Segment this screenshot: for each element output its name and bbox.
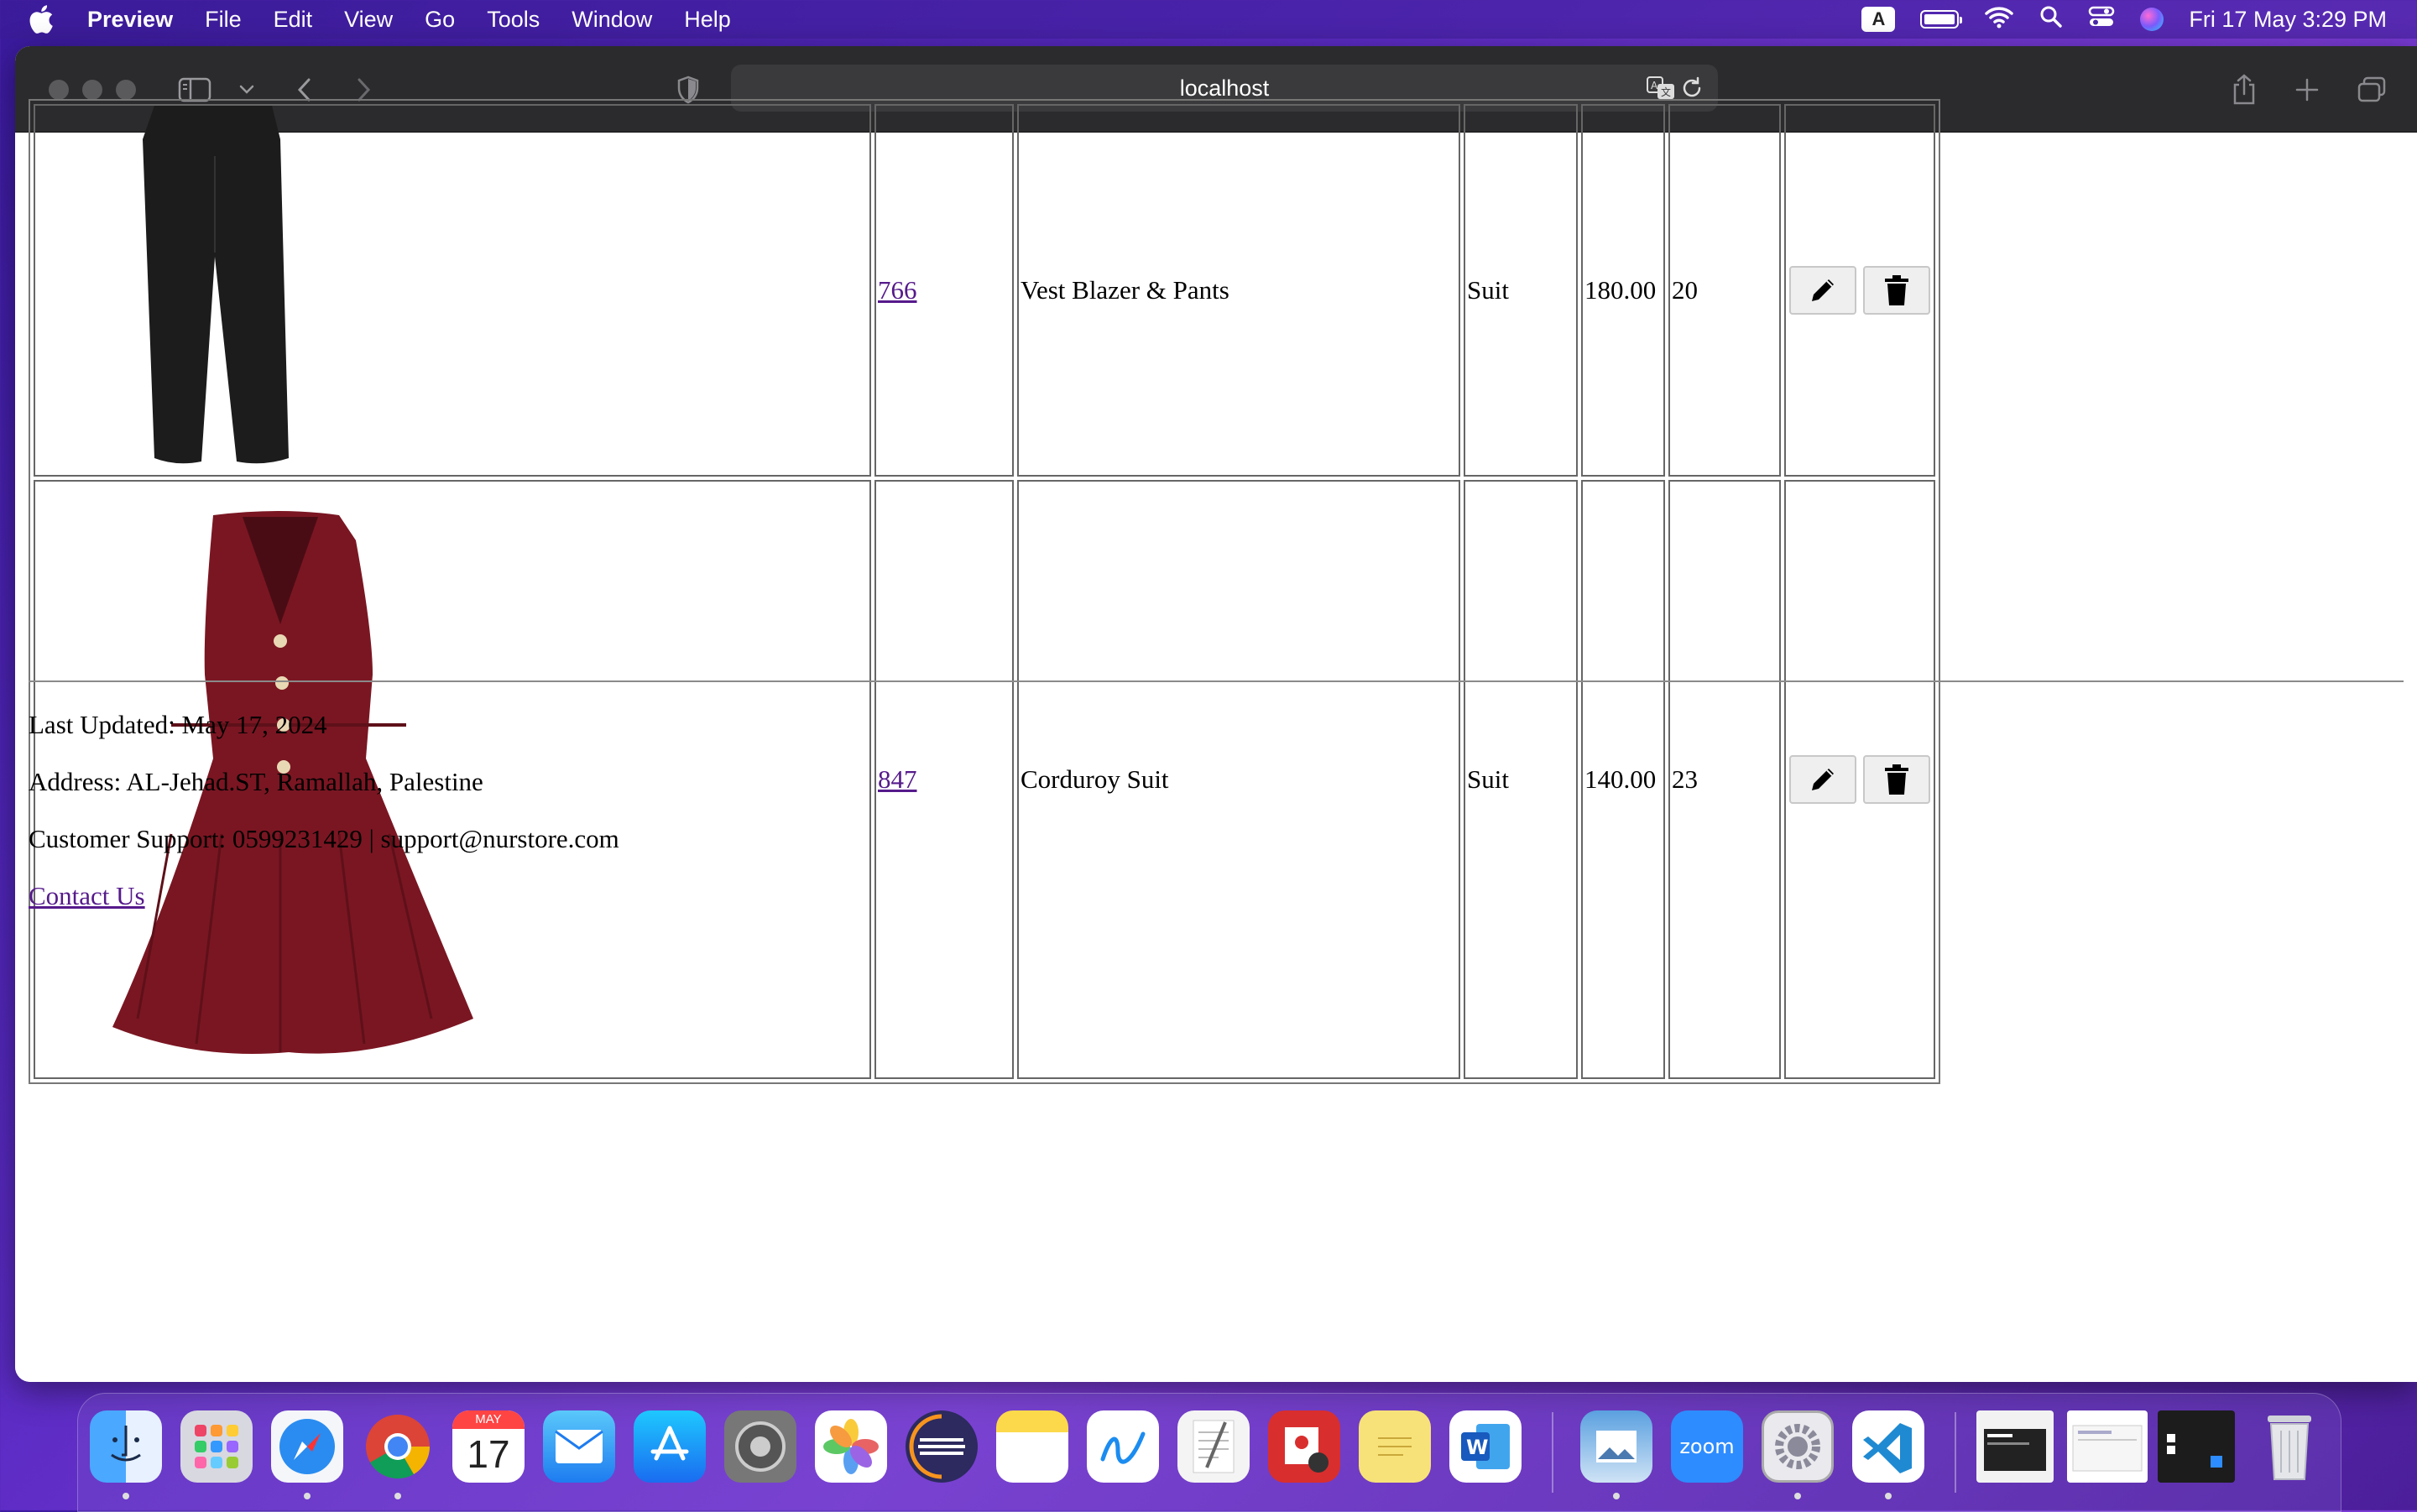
product-name-cell: Corduroy Suit <box>1017 480 1460 1079</box>
url-text: localhost <box>1179 75 1270 101</box>
menu-tools[interactable]: Tools <box>487 7 540 33</box>
calendar-month: MAY <box>452 1410 525 1429</box>
edit-button[interactable] <box>1789 266 1856 315</box>
word-icon[interactable]: W <box>1449 1410 1522 1483</box>
menu-file[interactable]: File <box>205 7 242 33</box>
photo-booth-icon[interactable] <box>1268 1410 1340 1483</box>
product-image-cell <box>34 104 871 477</box>
svg-text:W: W <box>1466 1436 1488 1459</box>
menu-edit[interactable]: Edit <box>274 7 313 33</box>
page-content: 766 Vest Blazer & Pants Suit 180.00 20 8… <box>15 99 2417 1382</box>
recent-window-icon[interactable] <box>2067 1410 2148 1483</box>
pencil-icon <box>1812 769 1834 790</box>
trash-bin-icon[interactable] <box>2253 1410 2326 1483</box>
notes-icon[interactable] <box>996 1410 1068 1483</box>
browser-window: localhost A文 766 Vest Blazer & Pants Sui… <box>15 46 2417 1382</box>
stickies-icon[interactable] <box>1359 1410 1431 1483</box>
products-table: 766 Vest Blazer & Pants Suit 180.00 20 8… <box>29 99 1940 1084</box>
apple-icon[interactable] <box>29 5 57 34</box>
page-footer: Last Updated: May 17, 2024 Address: AL-J… <box>29 696 619 925</box>
address-text: Address: AL-Jehad.ST, Ramallah, Palestin… <box>29 767 483 796</box>
table-row: 766 Vest Blazer & Pants Suit 180.00 20 <box>34 104 1935 477</box>
recent-screenshot-icon[interactable] <box>2158 1410 2235 1483</box>
customer-support-text: Customer Support: 0599231429 | support@n… <box>29 824 619 853</box>
product-price-cell: 180.00 <box>1581 104 1665 477</box>
menu-window[interactable]: Window <box>572 7 652 33</box>
tab-overview-icon[interactable] <box>2357 71 2387 108</box>
minimize-window-button[interactable] <box>82 80 102 100</box>
product-quantity-cell: 20 <box>1668 104 1781 477</box>
photos-icon[interactable] <box>815 1410 887 1483</box>
wifi-icon[interactable] <box>1984 5 2014 34</box>
calendar-day: 17 <box>467 1432 510 1476</box>
vscode-icon[interactable] <box>1852 1410 1924 1483</box>
siri-icon[interactable] <box>2140 8 2164 31</box>
control-center-icon[interactable] <box>2088 5 2115 34</box>
input-source-icon[interactable]: A <box>1861 7 1896 32</box>
product-quantity-cell: 23 <box>1668 480 1781 1079</box>
window-controls <box>49 80 136 100</box>
finder-icon[interactable] <box>90 1410 162 1483</box>
svg-text:文: 文 <box>1661 86 1671 98</box>
launchpad-icon[interactable] <box>180 1410 253 1483</box>
system-settings-icon[interactable] <box>724 1410 796 1483</box>
product-actions-cell <box>1784 480 1935 1079</box>
product-name-cell: Vest Blazer & Pants <box>1017 104 1460 477</box>
product-id-cell: 766 <box>874 104 1014 477</box>
spotlight-search-icon[interactable] <box>2039 5 2063 34</box>
product-id-link[interactable]: 847 <box>878 764 917 794</box>
menu-clock[interactable]: Fri 17 May 3:29 PM <box>2189 7 2387 33</box>
edit-button[interactable] <box>1789 755 1856 804</box>
product-category-cell: Suit <box>1464 480 1578 1079</box>
textedit-icon[interactable] <box>1177 1410 1250 1483</box>
product-id-link[interactable]: 766 <box>878 275 917 305</box>
svg-text:A: A <box>1651 80 1658 91</box>
last-updated-text: Last Updated: May 17, 2024 <box>29 710 327 739</box>
product-category-cell: Suit <box>1464 104 1578 477</box>
black-pants-image <box>143 106 289 464</box>
mail-icon[interactable] <box>543 1410 615 1483</box>
menu-bar: Preview File Edit View Go Tools Window H… <box>0 0 2417 39</box>
app-store-icon[interactable] <box>634 1410 706 1483</box>
calendar-icon[interactable]: MAY 17 <box>452 1410 525 1483</box>
menu-go[interactable]: Go <box>425 7 455 33</box>
share-icon[interactable] <box>2231 71 2258 108</box>
product-actions-cell <box>1784 104 1935 477</box>
new-tab-icon[interactable] <box>2294 71 2320 108</box>
menu-view[interactable]: View <box>344 7 393 33</box>
menu-app-name[interactable]: Preview <box>87 7 173 33</box>
product-id-cell: 847 <box>874 480 1014 1079</box>
zoom-window-button[interactable] <box>116 80 136 100</box>
delete-button[interactable] <box>1863 755 1930 804</box>
close-window-button[interactable] <box>49 80 69 100</box>
recent-document-icon[interactable] <box>1976 1410 2054 1483</box>
pencil-icon <box>1812 279 1834 301</box>
product-price-cell: 140.00 <box>1581 480 1665 1079</box>
trash-icon <box>1885 764 1908 795</box>
preview-icon[interactable] <box>1580 1410 1652 1483</box>
zoom-icon[interactable]: zoom <box>1671 1410 1743 1483</box>
footer-divider <box>29 680 2404 682</box>
delete-button[interactable] <box>1863 266 1930 315</box>
trash-icon <box>1885 275 1908 305</box>
chrome-icon[interactable] <box>362 1410 434 1483</box>
safari-icon[interactable] <box>271 1410 343 1483</box>
battery-icon[interactable] <box>1920 10 1963 29</box>
eclipse-icon[interactable] <box>906 1410 978 1483</box>
menu-help[interactable]: Help <box>684 7 731 33</box>
freeform-icon[interactable] <box>1087 1410 1159 1483</box>
settings-gear-icon[interactable] <box>1762 1410 1834 1483</box>
contact-us-link[interactable]: Contact Us <box>29 881 145 910</box>
dock: MAY 17 W zoom <box>77 1393 2341 1512</box>
